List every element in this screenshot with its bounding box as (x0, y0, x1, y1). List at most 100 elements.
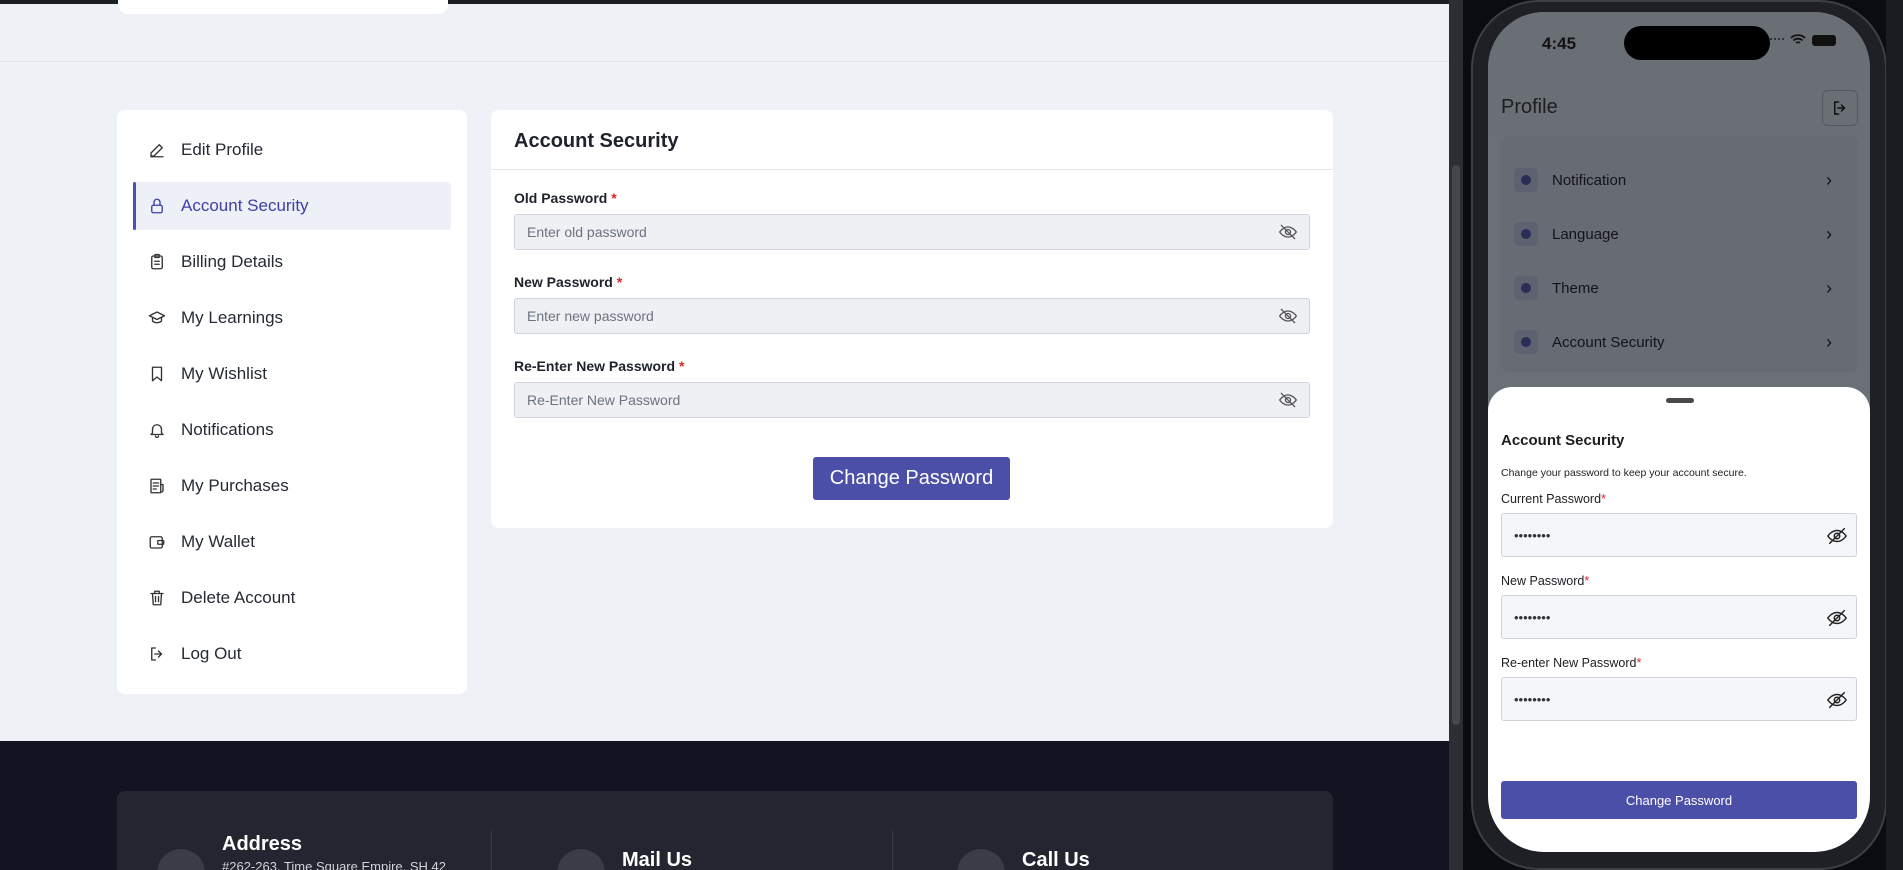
confirm-password-label: Re-Enter New Password * (514, 358, 1310, 374)
dynamic-island (1624, 26, 1770, 60)
sidebar-item-my-learnings[interactable]: My Learnings (133, 294, 451, 342)
eye-off-icon[interactable] (1277, 222, 1299, 242)
menu-item-account-security[interactable]: Account Security › (1500, 315, 1858, 369)
sidebar-item-label: Log Out (181, 644, 242, 663)
sidebar-item-label: Notifications (181, 420, 274, 439)
change-password-button[interactable]: Change Password (1501, 781, 1857, 819)
new-password-label: New Password * (514, 274, 1310, 290)
confirm-password-label-text: Re-Enter New Password (514, 358, 676, 374)
status-time: 4:45 (1542, 34, 1577, 53)
logout-icon (1834, 101, 1846, 115)
eye-off-icon[interactable] (1826, 607, 1848, 629)
address-title: Address (222, 833, 303, 855)
header-card (118, 0, 448, 14)
sidebar-item-billing-details[interactable]: Billing Details (133, 238, 451, 286)
menu-item-theme[interactable]: Theme › (1500, 261, 1858, 315)
sidebar-item-my-wishlist[interactable]: My Wishlist (133, 350, 451, 398)
trash-icon (147, 588, 167, 608)
sidebar-item-account-security[interactable]: Account Security (133, 182, 451, 230)
sidebar-item-my-wallet[interactable]: My Wallet (133, 518, 451, 566)
sidebar-item-delete-account[interactable]: Delete Account (133, 574, 451, 622)
current-password-label-text: Current Password (1501, 492, 1602, 506)
new-password-input[interactable] (515, 299, 1309, 333)
confirm-password-field (514, 382, 1310, 418)
current-password-label: Current Password* (1501, 492, 1606, 506)
sidebar-item-label: Edit Profile (181, 140, 264, 159)
required-mark: * (1601, 492, 1606, 506)
eye-off-icon[interactable] (1826, 525, 1848, 547)
header-divider (0, 61, 1449, 62)
confirm-password-label: Re-enter New Password* (1501, 656, 1641, 670)
sidebar-item-label: My Wallet (181, 532, 255, 551)
logout-icon (147, 644, 167, 664)
menu-item-label: Theme (1552, 279, 1599, 297)
menu-item-notification[interactable]: Notification › (1500, 153, 1858, 207)
new-password-label-text: New Password (1501, 574, 1585, 588)
call-title: Call Us (1022, 849, 1090, 870)
confirm-password-label-text: Re-enter New Password (1501, 656, 1637, 670)
chevron-right-icon: › (1826, 223, 1832, 244)
account-security-card: Account Security Old Password * New Pass… (491, 110, 1333, 528)
footer-divider (892, 831, 893, 870)
menu-item-label: Account Security (1552, 333, 1665, 351)
logout-button[interactable] (1822, 90, 1858, 126)
eye-off-icon[interactable] (1826, 689, 1848, 711)
pencil-icon (147, 140, 167, 160)
confirm-password-input[interactable] (1502, 678, 1856, 720)
location-icon (157, 849, 205, 870)
bell-icon (147, 420, 167, 440)
mail-title: Mail Us (622, 849, 693, 870)
web-page: Edit Profile Account Security Billing De… (0, 0, 1449, 870)
signal-icon (1770, 38, 1784, 42)
eye-off-icon[interactable] (1277, 390, 1299, 410)
lock-icon (1514, 330, 1538, 354)
change-password-button[interactable]: Change Password (813, 457, 1010, 500)
sidebar-item-edit-profile[interactable]: Edit Profile (133, 126, 451, 174)
sidebar-item-label: Account Security (181, 196, 309, 215)
status-bar: 4:45 (1488, 12, 1870, 82)
chevron-right-icon: › (1826, 331, 1832, 352)
new-password-input[interactable] (1502, 596, 1856, 638)
profile-menu: Notification › Language › Theme › Accoun… (1500, 136, 1858, 372)
clipboard-icon (147, 252, 167, 272)
chevron-right-icon: › (1826, 169, 1832, 190)
menu-item-label: Notification (1552, 171, 1627, 189)
sidebar-item-notifications[interactable]: Notifications (133, 406, 451, 454)
battery-icon (1812, 34, 1836, 46)
required-mark: * (611, 190, 617, 206)
current-password-field (1501, 513, 1857, 557)
side-strip (1886, 0, 1903, 870)
old-password-field (514, 214, 1310, 250)
new-password-field (514, 298, 1310, 334)
footer: Address #262-263, Time Square Empire, SH… (0, 741, 1449, 870)
footer-divider (491, 831, 492, 870)
new-password-field (1501, 595, 1857, 639)
wifi-icon (1790, 34, 1806, 44)
scrollbar-thumb[interactable] (1452, 165, 1460, 725)
menu-item-language[interactable]: Language › (1500, 207, 1858, 261)
current-password-input[interactable] (1502, 514, 1856, 556)
sidebar-item-label: My Wishlist (181, 364, 267, 383)
new-password-label: New Password* (1501, 574, 1589, 588)
menu-item-label: Language (1552, 225, 1619, 243)
globe-icon (1514, 222, 1538, 246)
card-title: Account Security (491, 110, 1333, 170)
mail-icon (557, 849, 605, 870)
bottom-sheet: Account Security Change your password to… (1488, 387, 1870, 852)
wallet-icon (147, 532, 167, 552)
sheet-description: Change your password to keep your accoun… (1501, 467, 1747, 479)
sidebar-item-label: My Purchases (181, 476, 289, 495)
required-mark: * (1636, 656, 1642, 670)
sidebar-item-my-purchases[interactable]: My Purchases (133, 462, 451, 510)
graduation-cap-icon (147, 308, 167, 328)
eye-off-icon[interactable] (1277, 306, 1299, 326)
old-password-input[interactable] (515, 215, 1309, 249)
bell-icon (1514, 168, 1538, 192)
sheet-grabber[interactable] (1666, 398, 1694, 403)
lock-icon (147, 196, 167, 216)
confirm-password-field (1501, 677, 1857, 721)
new-password-label-text: New Password (514, 274, 613, 290)
password-form: Old Password * New Password * Re-Enter N… (491, 170, 1333, 418)
sidebar-item-log-out[interactable]: Log Out (133, 630, 451, 678)
confirm-password-input[interactable] (515, 383, 1309, 417)
